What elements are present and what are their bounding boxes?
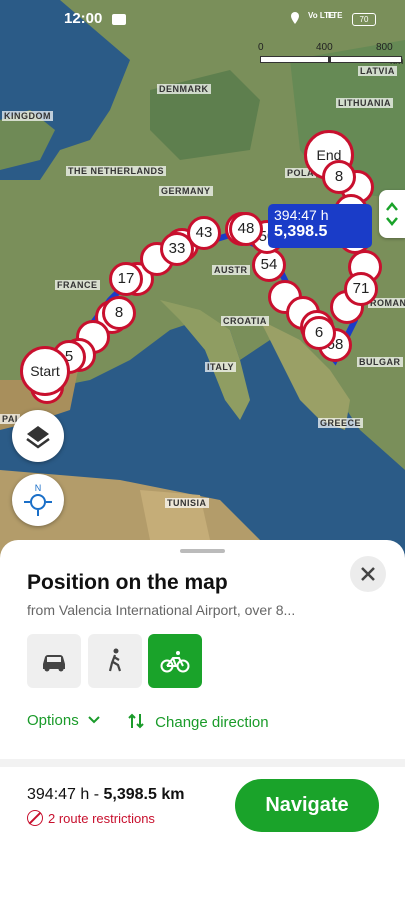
country-label: ITALY xyxy=(205,362,237,372)
waypoint-marker[interactable]: 17 xyxy=(109,262,143,296)
restrictions-label: 2 route restrictions xyxy=(48,811,155,826)
country-label: KINGDOM xyxy=(2,111,53,121)
country-label: DENMARK xyxy=(157,84,211,94)
lte-signal-icon: LTE xyxy=(328,11,343,20)
close-icon xyxy=(361,567,375,581)
chevron-up-down-icon xyxy=(386,202,398,226)
clock: 12:00 xyxy=(64,10,103,27)
route-tag-distance: 5,398.5 xyxy=(274,223,328,240)
country-label: GERMANY xyxy=(159,186,213,196)
car-icon xyxy=(43,655,65,672)
chevron-down-icon xyxy=(88,716,100,724)
country-label: THE NETHERLANDS xyxy=(66,166,167,176)
sheet-subtitle: from Valencia International Airport, ove… xyxy=(27,602,296,618)
options-dropdown[interactable]: Options xyxy=(27,712,101,729)
country-label: CROATIA xyxy=(221,316,269,326)
country-label: TUNISIA xyxy=(165,498,209,508)
waypoint-marker[interactable]: 71 xyxy=(344,272,378,306)
map-view[interactable]: 12:00 Vo LTE LTE 70 0 400 800 km DENMARK… xyxy=(0,0,405,560)
scale-label-0: 0 xyxy=(258,42,264,53)
youtube-icon xyxy=(112,14,126,25)
battery-icon: 70 xyxy=(352,13,376,26)
restriction-icon xyxy=(27,810,43,826)
status-bar: 12:00 Vo LTE LTE 70 xyxy=(0,0,405,40)
country-label: BULGAR xyxy=(357,357,403,367)
map-layers-button[interactable] xyxy=(12,410,64,462)
navigate-button[interactable]: Navigate xyxy=(235,779,379,832)
country-label: GREECE xyxy=(318,418,364,428)
scale-label-400: 400 xyxy=(316,42,333,53)
scale-label-800: 800 xyxy=(376,42,393,53)
change-direction-label: Change direction xyxy=(155,714,269,731)
country-label: AUSTR xyxy=(212,265,250,275)
swap-direction-icon xyxy=(128,713,144,729)
route-tag-duration: 394:47 h xyxy=(274,207,329,223)
summary-separator: - xyxy=(89,786,104,803)
country-label: LITHUANIA xyxy=(336,98,393,108)
bike-icon xyxy=(160,651,190,673)
waypoint-marker[interactable]: 8 xyxy=(322,160,356,194)
location-icon xyxy=(291,12,299,24)
route-bottom-sheet[interactable]: Position on the map from Valencia Intern… xyxy=(0,540,405,900)
waypoint-marker[interactable]: 33 xyxy=(160,232,194,266)
mode-walk-button[interactable] xyxy=(88,634,142,688)
scale-bar xyxy=(260,56,402,63)
summary-duration: 394:47 h xyxy=(27,786,90,803)
compass-button[interactable]: N xyxy=(12,474,64,526)
layers-icon xyxy=(26,426,50,449)
sheet-title: Position on the map xyxy=(27,571,228,594)
country-label: LATVIA xyxy=(358,66,397,76)
close-button[interactable] xyxy=(350,556,386,592)
compass-icon: N xyxy=(24,483,52,516)
waypoint-marker[interactable]: 6 xyxy=(302,316,336,350)
zoom-control[interactable] xyxy=(379,190,405,238)
country-label: FRANCE xyxy=(55,280,100,290)
map-scale: 0 400 800 km xyxy=(258,42,405,67)
mode-bike-button[interactable] xyxy=(148,634,202,688)
walk-icon xyxy=(108,648,122,672)
route-info-tag[interactable]: 394:47 h 5,398.5 xyxy=(268,204,372,248)
waypoint-marker[interactable]: 8 xyxy=(102,296,136,330)
route-restrictions-link[interactable]: 2 route restrictions xyxy=(27,810,155,826)
svg-text:N: N xyxy=(35,483,42,493)
waypoint-start[interactable]: Start xyxy=(20,346,70,396)
mode-car-button[interactable] xyxy=(27,634,81,688)
sheet-grabber[interactable] xyxy=(180,549,225,553)
waypoint-marker[interactable]: 48 xyxy=(229,212,263,246)
summary-distance: 5,398.5 km xyxy=(103,786,185,803)
sheet-divider xyxy=(0,759,405,767)
change-direction-button[interactable]: Change direction xyxy=(127,712,269,731)
route-summary: 394:47 h - 5,398.5 km xyxy=(27,786,184,804)
options-label: Options xyxy=(27,712,79,729)
